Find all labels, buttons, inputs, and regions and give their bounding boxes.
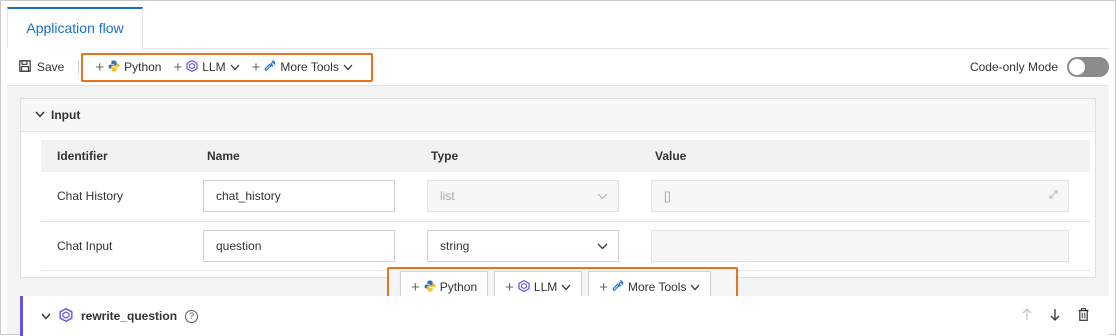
arrow-down-icon[interactable] xyxy=(1050,308,1060,324)
chevron-down-icon xyxy=(35,110,45,121)
chevron-down-icon[interactable] xyxy=(41,309,51,323)
value-input-value: [] xyxy=(664,189,671,204)
python-label: Python xyxy=(124,60,162,74)
add-python-button[interactable]: + Python xyxy=(89,55,167,79)
toolbar: Save + Python + LLM + More Tools xyxy=(7,53,1109,81)
help-icon[interactable]: ? xyxy=(185,309,199,323)
type-select[interactable]: string xyxy=(427,229,619,262)
name-input[interactable]: question xyxy=(203,229,395,262)
table-row: Chat Input question string xyxy=(41,221,1090,271)
code-only-toggle[interactable] xyxy=(1067,57,1109,77)
node-actions xyxy=(1022,296,1089,336)
app-frame: Application flow Save + Python + LLM + M… xyxy=(0,0,1116,336)
chevron-down-icon xyxy=(597,239,608,253)
tab-bar: Application flow xyxy=(7,7,1109,49)
name-input-value: chat_history xyxy=(216,189,281,204)
wrench-icon xyxy=(264,59,276,75)
rewrite-question-node: rewrite_question ? xyxy=(20,296,1109,336)
toggle-knob xyxy=(1069,59,1085,75)
type-select-value: list xyxy=(440,189,455,204)
more-tools-label: More Tools xyxy=(628,280,687,294)
column-header: Type xyxy=(415,140,639,172)
tab-label: Application flow xyxy=(26,20,124,36)
llm-label: LLM xyxy=(533,280,558,294)
plus-icon: + xyxy=(95,58,105,76)
table-header-row: Identifier Name Type Value xyxy=(41,140,1090,172)
plus-icon: + xyxy=(505,278,514,296)
value-input: [] xyxy=(651,180,1069,213)
more-tools-label: More Tools xyxy=(280,60,339,74)
tab-application-flow[interactable]: Application flow xyxy=(7,7,143,49)
value-input xyxy=(651,229,1069,262)
type-select: list xyxy=(427,180,619,213)
trash-icon[interactable] xyxy=(1078,308,1089,324)
save-icon xyxy=(19,59,31,75)
plus-icon: + xyxy=(251,58,261,76)
plus-icon: + xyxy=(599,278,608,296)
arrow-up-icon[interactable] xyxy=(1022,308,1032,324)
chevron-down-icon xyxy=(343,60,353,74)
identifier-cell: Chat Input xyxy=(41,221,191,271)
node-title: rewrite_question xyxy=(81,309,178,323)
plus-icon: + xyxy=(173,58,183,76)
llm-icon xyxy=(518,279,530,295)
identifier-cell: Chat History xyxy=(41,172,191,222)
input-params-table: Identifier Name Type Value Chat History … xyxy=(41,140,1090,271)
llm-icon xyxy=(59,307,73,325)
python-icon xyxy=(108,60,120,75)
toolbar-divider xyxy=(78,60,80,74)
column-header: Name xyxy=(191,140,415,172)
input-node-header[interactable]: Input xyxy=(21,99,1095,132)
add-more-tools-button[interactable]: + More Tools xyxy=(246,55,359,79)
chevron-down-icon xyxy=(690,280,700,294)
llm-label: LLM xyxy=(202,60,226,74)
type-select-value: string xyxy=(440,238,470,253)
save-label: Save xyxy=(37,60,65,74)
llm-icon xyxy=(186,59,198,75)
chevron-down-icon xyxy=(230,60,240,74)
column-header: Identifier xyxy=(41,140,191,172)
python-label: Python xyxy=(439,280,478,294)
code-only-label: Code-only Mode xyxy=(969,60,1058,74)
code-only-mode: Code-only Mode xyxy=(970,53,1109,81)
save-button[interactable]: Save xyxy=(7,53,64,81)
chevron-down-icon xyxy=(597,189,608,203)
input-node: Input Identifier Name Type Value Chat Hi… xyxy=(20,98,1096,278)
column-header: Value xyxy=(639,140,1090,172)
wrench-icon xyxy=(612,279,624,295)
table-row: Chat History chat_history list [] xyxy=(41,172,1090,222)
input-node-title: Input xyxy=(51,108,81,122)
add-llm-button[interactable]: + LLM xyxy=(167,55,245,79)
expand-icon xyxy=(1049,190,1058,202)
chevron-down-icon xyxy=(561,280,571,294)
name-input[interactable]: chat_history xyxy=(203,180,395,213)
name-input-value: question xyxy=(216,238,262,253)
plus-icon: + xyxy=(411,278,420,296)
python-icon xyxy=(424,280,436,295)
